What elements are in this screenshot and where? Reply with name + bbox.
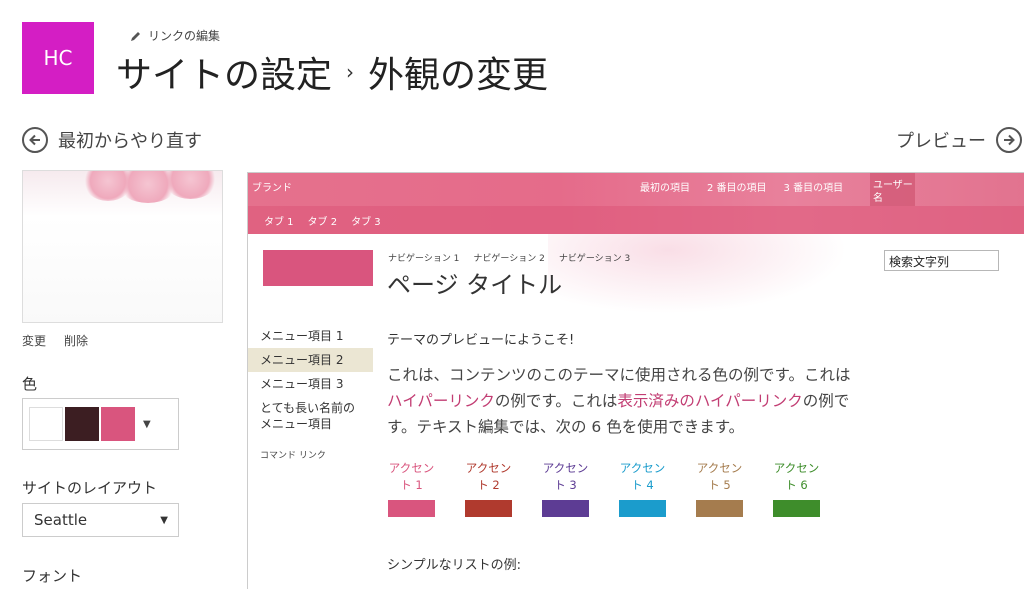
preview-body: テーマのプレビューにようこそ! これは、コンテンツのこのテーマに使用される色の例… <box>387 329 857 440</box>
preview-accent-5: アクセント 5 <box>696 460 743 517</box>
preview-user-name: ユーザー名 <box>870 173 915 206</box>
preview-accent-3: アクセント 3 <box>542 460 589 517</box>
preview-menu-item: メニュー項目 3 <box>260 377 344 391</box>
delete-background-link[interactable]: 削除 <box>64 332 88 349</box>
preview-simple-list-label: シンプルなリストの例: <box>387 558 521 573</box>
preview-accent-label: アクセント 2 <box>465 461 512 492</box>
preview-menu-item: メニュー項目 1 <box>260 329 344 343</box>
preview-accent-swatch <box>465 500 512 517</box>
color-swatch <box>29 407 63 441</box>
font-label: フォント <box>22 567 83 585</box>
site-logo[interactable]: HC <box>22 22 94 94</box>
preview-tab: タブ 2 <box>307 217 338 228</box>
preview-welcome-text: テーマのプレビューにようこそ! <box>387 333 575 348</box>
preview-top-nav-item: 3 番目の項目 <box>783 183 844 194</box>
preview-accent-2: アクセント 2 <box>465 460 512 517</box>
site-layout-value: Seattle <box>34 511 88 529</box>
preview-accent-colors: アクセント 1 アクセント 2 アクセント 3 アクセント 4 アクセント 5 アクセント… <box>388 460 820 517</box>
preview-page-title: ページ タイトル <box>387 271 563 299</box>
preview-accent-label: アクセント 4 <box>619 461 666 492</box>
preview-breadcrumb-nav: ナビゲーション 1 ナビゲーション 2 ナビゲーション 3 <box>388 251 630 264</box>
back-arrow-icon <box>22 127 48 153</box>
preview-accent-swatch <box>388 500 435 517</box>
preview-brand: ブランド <box>252 183 292 194</box>
color-scheme-dropdown[interactable]: ▼ <box>22 398 179 450</box>
page-title-site-settings[interactable]: サイトの設定 <box>116 46 332 98</box>
start-over-button[interactable]: 最初からやり直す <box>22 127 202 153</box>
change-background-link[interactable]: 変更 <box>22 332 46 349</box>
preview-accent-swatch <box>619 500 666 517</box>
preview-suite-bar: ブランド 最初の項目 2 番目の項目 3 番目の項目 ユーザー名 タブ 1 タブ… <box>248 173 1024 234</box>
dropdown-arrow-icon: ▼ <box>160 514 168 526</box>
background-actions: 変更 削除 <box>22 332 88 349</box>
preview-text-segment: これは、コンテンツのこのテーマに使用される色の例です。これは <box>387 366 851 384</box>
start-over-label: 最初からやり直す <box>58 131 202 152</box>
edit-links-link[interactable]: リンクの編集 <box>130 27 220 44</box>
preview-button[interactable]: プレビュー <box>896 127 1022 153</box>
preview-accent-6: アクセント 6 <box>773 460 820 517</box>
preview-site-logo <box>263 250 373 286</box>
preview-accent-4: アクセント 4 <box>619 460 666 517</box>
forward-arrow-icon <box>996 127 1022 153</box>
preview-top-nav: 最初の項目 2 番目の項目 3 番目の項目 <box>640 179 860 194</box>
preview-label: プレビュー <box>896 131 986 152</box>
preview-accent-swatch <box>773 500 820 517</box>
preview-accent-label: アクセント 1 <box>388 461 435 492</box>
preview-text-segment: の例です。これは <box>494 392 618 410</box>
preview-top-nav-item: 最初の項目 <box>640 183 690 194</box>
page-title: サイトの設定 › 外観の変更 <box>116 46 548 98</box>
page-title-change-look: 外観の変更 <box>368 55 549 96</box>
site-layout-label: サイトのレイアウト <box>22 479 158 497</box>
preview-accent-label: アクセント 3 <box>542 461 589 492</box>
breadcrumb-separator-icon: › <box>346 60 355 84</box>
pencil-icon <box>131 31 140 41</box>
preview-tab: タブ 1 <box>264 217 294 228</box>
preview-command-link: コマンド リンク <box>260 451 326 461</box>
preview-hyperlink: ハイパーリンク <box>387 392 495 410</box>
preview-tabs: タブ 1 タブ 2 タブ 3 <box>264 213 381 228</box>
preview-menu-item-selected: メニュー項目 2 <box>248 348 373 372</box>
preview-accent-1: アクセント 1 <box>388 460 435 517</box>
preview-nav-item: ナビゲーション 3 <box>558 254 631 264</box>
preview-accent-swatch <box>542 500 589 517</box>
preview-menu-item: とても長い名前のメニュー項目 <box>260 401 356 431</box>
preview-top-nav-item: 2 番目の項目 <box>707 183 767 194</box>
preview-sample-text: これは、コンテンツのこのテーマに使用される色の例です。これはハイパーリンクの例で… <box>387 362 857 440</box>
preview-accent-label: アクセント 6 <box>773 461 820 492</box>
color-swatch <box>101 407 135 441</box>
preview-accent-swatch <box>696 500 743 517</box>
preview-background-blossom <box>548 234 848 314</box>
preview-quick-launch: メニュー項目 1 メニュー項目 2 メニュー項目 3 とても長い名前のメニュー項… <box>248 324 373 461</box>
color-label: 色 <box>22 375 38 393</box>
edit-links-label: リンクの編集 <box>148 29 221 43</box>
preview-nav-item: ナビゲーション 2 <box>473 254 545 264</box>
preview-visited-hyperlink: 表示済みのハイパーリンク <box>617 392 803 410</box>
site-layout-dropdown[interactable]: Seattle ▼ <box>22 503 179 537</box>
preview-nav-item: ナビゲーション 1 <box>388 254 460 264</box>
background-image-thumbnail[interactable] <box>22 170 223 323</box>
preview-search-box: 検索文字列 <box>884 250 999 271</box>
theme-preview-pane: ブランド 最初の項目 2 番目の項目 3 番目の項目 ユーザー名 タブ 1 タブ… <box>247 172 1024 589</box>
dropdown-arrow-icon: ▼ <box>143 418 151 430</box>
color-swatch <box>65 407 99 441</box>
preview-tab: タブ 3 <box>351 217 381 228</box>
preview-accent-label: アクセント 5 <box>696 461 743 492</box>
